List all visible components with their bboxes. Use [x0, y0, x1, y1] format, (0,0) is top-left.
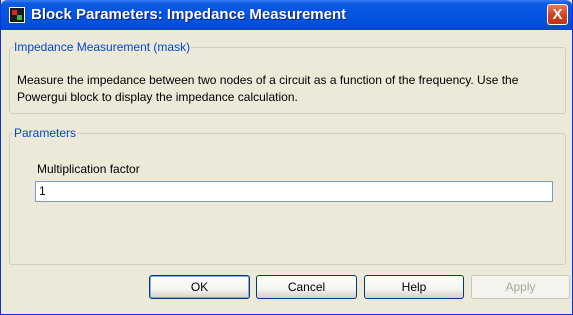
apply-button[interactable]: Apply	[471, 275, 570, 299]
help-button[interactable]: Help	[364, 275, 464, 299]
ok-button[interactable]: OK	[149, 275, 250, 299]
multiplication-factor-field[interactable]: 1	[35, 181, 553, 202]
window-title: Block Parameters: Impedance Measurement	[31, 6, 347, 23]
cancel-button[interactable]: Cancel	[256, 275, 357, 299]
mask-description: Measure the impedance between two nodes …	[17, 73, 519, 104]
dialog-window: Block Parameters: Impedance Measurement …	[0, 0, 573, 315]
multiplication-factor-label: Multiplication factor	[37, 162, 140, 176]
parameters-legend: Parameters	[14, 126, 77, 140]
title-bar[interactable]: Block Parameters: Impedance Measurement …	[1, 0, 572, 30]
close-button[interactable]: X	[547, 4, 568, 25]
mask-legend: Impedance Measurement (mask)	[14, 40, 191, 54]
simulink-block-icon	[9, 7, 25, 23]
